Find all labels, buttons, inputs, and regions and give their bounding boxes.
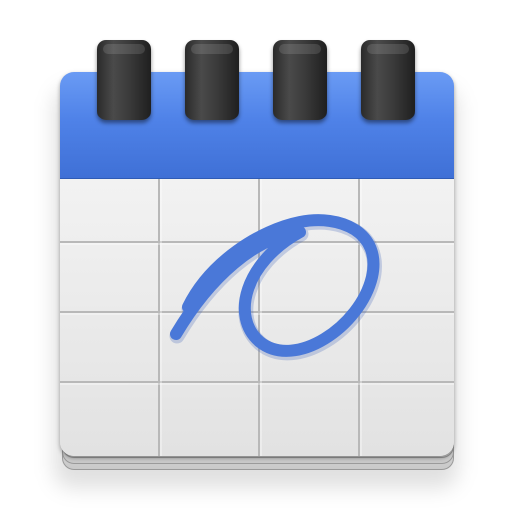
scribble-mark-icon: [169, 214, 382, 361]
calendar-app-icon[interactable]: [0, 0, 512, 512]
